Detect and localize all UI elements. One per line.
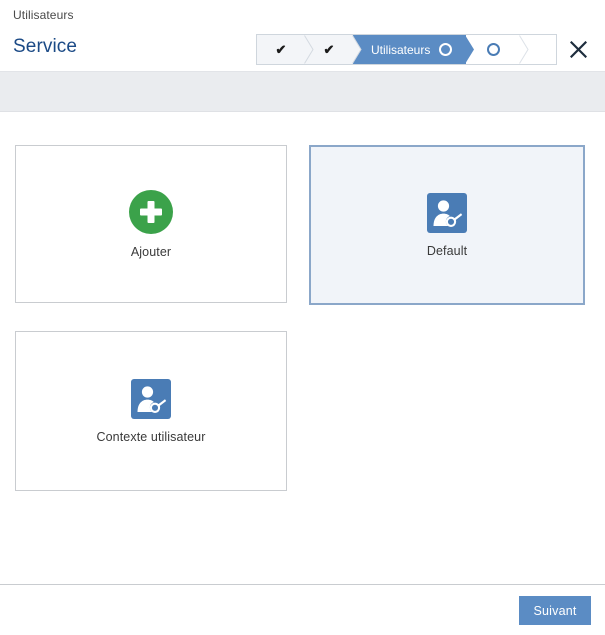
page-header: Utilisateurs Service ✔ ✔ Utilisateurs [0,0,605,70]
card-label: Default [426,243,468,258]
card-label: Contexte utilisateur [96,429,206,444]
user-tool-icon-wrap [427,192,467,233]
card-default[interactable]: Default [309,145,585,305]
close-button[interactable] [565,36,591,62]
card-ajouter[interactable]: Ajouter [15,145,287,303]
page-title: Service [13,36,78,57]
step-chevron-icon [519,35,529,64]
circle-outline-icon [439,43,453,56]
next-button[interactable]: Suivant [519,596,591,625]
step-chevron-icon [304,35,314,64]
user-tool-icon-wrap [131,378,171,419]
page-footer: Suivant [0,584,605,635]
toolbar-band [0,71,605,112]
wizard-step-label: Utilisateurs [371,42,431,57]
check-icon: ✔ [323,42,335,57]
cards-area: Ajouter Default Contexte utilisateur [0,113,605,584]
step-chevron-icon [352,35,362,64]
circle-outline-icon [486,43,500,56]
wizard-step-3-active[interactable]: Utilisateurs [353,35,475,64]
breadcrumb[interactable]: Utilisateurs [13,8,74,22]
step-chevron-icon [465,35,475,64]
card-label: Ajouter [130,244,172,259]
user-tool-icon [427,192,467,233]
card-contexte-utilisateur[interactable]: Contexte utilisateur [15,331,287,491]
add-plus-icon [129,189,173,234]
add-plus-icon-wrap [129,189,173,234]
close-icon [569,40,587,58]
user-tool-icon [131,378,171,419]
wizard-step-1-completed[interactable]: ✔ [257,35,314,64]
wizard-progress: ✔ ✔ Utilisateurs [256,34,557,65]
check-icon: ✔ [275,42,287,57]
